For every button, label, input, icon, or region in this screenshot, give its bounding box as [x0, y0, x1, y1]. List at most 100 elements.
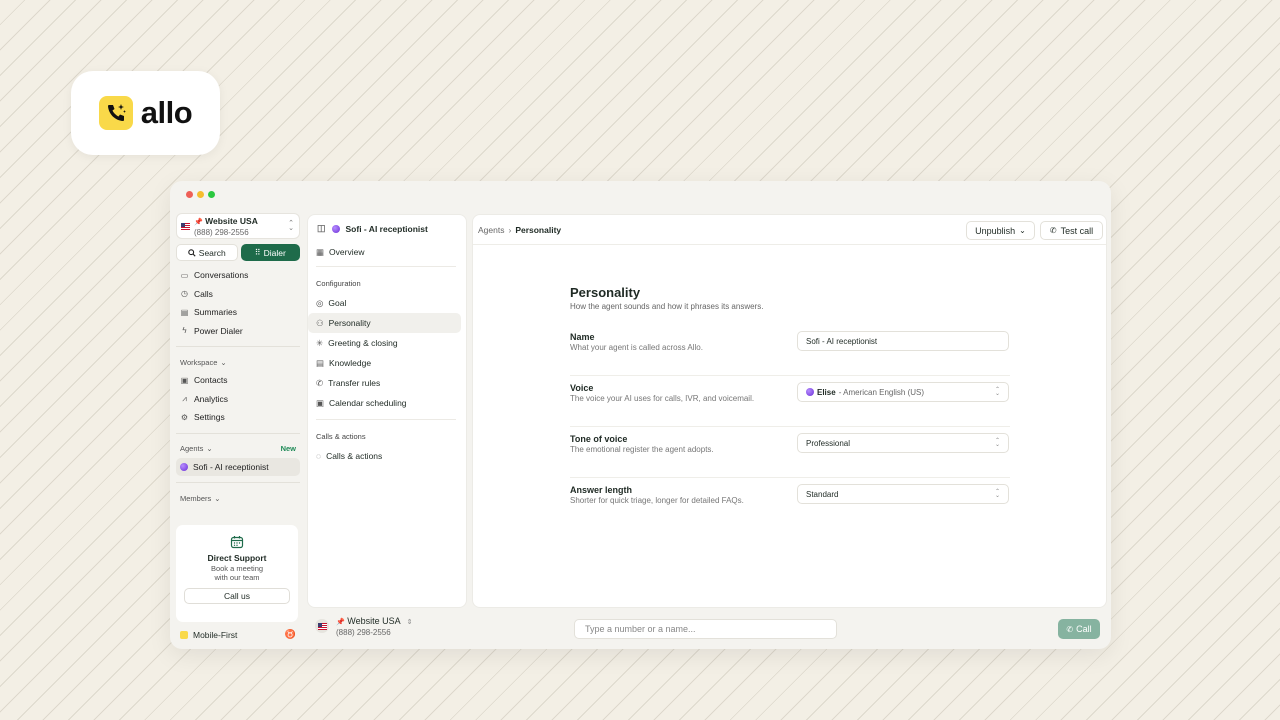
- chevron-down-icon: ⌄: [214, 493, 221, 503]
- window-titlebar: [170, 181, 1111, 207]
- chat-icon: ◌: [316, 451, 322, 461]
- call-us-button[interactable]: Call us: [184, 588, 290, 604]
- field-row-answer-length: Answer length Shorter for quick triage, …: [570, 478, 1010, 529]
- dial-bar: 📌 Website USA ⇕ (888) 298-2556 Type a nu…: [307, 611, 1107, 645]
- field-label: Tone of voice: [570, 434, 628, 444]
- config-item-overview[interactable]: ▦ Overview: [308, 242, 461, 262]
- breadcrumb-current: Personality: [515, 224, 562, 235]
- chevron-down-icon: ⌄: [1019, 226, 1026, 235]
- field-row-tone: Tone of voice The emotional register the…: [570, 427, 1010, 478]
- section-title: Workspace: [180, 357, 218, 367]
- dialer-label: Dialer: [263, 247, 286, 258]
- workspace-number: (888) 298-2556: [194, 227, 249, 237]
- config-item-calendar[interactable]: ▣ Calendar scheduling: [308, 393, 461, 413]
- agent-name-input[interactable]: Sofi - AI receptionist: [797, 331, 1009, 351]
- sparkle-icon: ✳: [316, 337, 324, 348]
- phone-icon: ✆: [1066, 624, 1074, 634]
- line-name: Website USA: [347, 616, 401, 626]
- config-item-greeting[interactable]: ✳ Greeting & closing: [308, 333, 461, 353]
- page-subtitle: How the agent sounds and how it phrases …: [570, 302, 764, 311]
- config-item-personality[interactable]: ⚇ Personality: [308, 313, 461, 333]
- sidebar-item-contacts[interactable]: ▣ Contacts: [176, 371, 300, 390]
- bug-icon[interactable]: ♉: [285, 629, 296, 640]
- answer-length-select[interactable]: Standard ⌃ ⌄: [797, 484, 1009, 504]
- config-item-label: Knowledge: [329, 358, 372, 368]
- calendar-icon: [230, 536, 244, 549]
- chevron-up-down-icon: ⌃ ⌄: [288, 220, 294, 232]
- close-window-button[interactable]: [186, 190, 193, 198]
- unpublish-button[interactable]: Unpublish ⌄: [966, 221, 1035, 240]
- sidebar-item-power-dialer[interactable]: ϟ Power Dialer: [176, 322, 300, 341]
- call-label: Call: [1076, 624, 1092, 634]
- us-flag-icon: [181, 222, 190, 230]
- members-section-toggle[interactable]: Members ⌄: [176, 489, 300, 507]
- field-label: Answer length: [570, 485, 633, 495]
- book-icon: ▤: [316, 357, 325, 368]
- sidebar-item-label: Power Dialer: [194, 325, 243, 336]
- sidebar-item-label: Settings: [194, 412, 225, 423]
- config-item-knowledge[interactable]: ▤ Knowledge: [308, 353, 461, 373]
- phone-sparkle-icon: [98, 96, 133, 130]
- section-title: Agents: [180, 444, 204, 453]
- dial-input[interactable]: Type a number or a name...: [574, 619, 837, 639]
- chevron-right-icon: ›: [508, 224, 512, 235]
- workspace-switcher[interactable]: 📌 Website USA (888) 298-2556 ⌃ ⌄: [176, 213, 300, 239]
- chevron-up-down-icon: ⌃ ⌄: [994, 387, 1000, 397]
- sidebar-toggle-icon[interactable]: ◫: [317, 223, 326, 234]
- voice-select[interactable]: Elise - American English (US) ⌃ ⌄: [797, 382, 1009, 402]
- main-panel: Agents › Personality Unpublish ⌄ ✆ Test …: [472, 214, 1107, 608]
- field-row-voice: Voice The voice your AI uses for calls, …: [570, 376, 1010, 427]
- field-description: The emotional register the agent adopts.: [570, 445, 714, 454]
- field-description: Shorter for quick triage, longer for det…: [570, 496, 744, 505]
- config-item-label: Personality: [328, 318, 371, 328]
- maximize-window-button[interactable]: [208, 190, 215, 198]
- config-item-transfer-rules[interactable]: ✆ Transfer rules: [308, 373, 461, 393]
- chevron-down-icon: ⌄: [220, 357, 227, 367]
- sidebar-item-summaries[interactable]: ▤ Summaries: [176, 303, 300, 322]
- sidebar-item-analytics[interactable]: ⩘ Analytics: [176, 390, 300, 409]
- calendar-icon: ▣: [316, 397, 325, 408]
- agent-config-panel: ◫ Sofi - AI receptionist ▦ Overview Confi…: [307, 214, 467, 608]
- support-title: Direct Support: [207, 553, 267, 563]
- field-description: The voice your AI uses for calls, IVR, a…: [570, 394, 755, 403]
- sidebar-item-agent-sofi[interactable]: Sofi - AI receptionist: [176, 457, 300, 476]
- field-label: Name: [570, 332, 595, 342]
- sidebar-item-settings[interactable]: ⚙ Settings: [176, 408, 300, 427]
- search-button[interactable]: Search: [176, 244, 238, 261]
- sidebar-item-label: Mobile-First: [193, 629, 238, 640]
- config-item-goal[interactable]: ◎ Goal: [308, 293, 461, 313]
- sidebar-item-label: Calls: [194, 288, 213, 299]
- team-icon: [180, 630, 188, 639]
- config-item-calls-actions[interactable]: ◌ Calls & actions: [308, 446, 461, 466]
- dialer-button[interactable]: ⠿ Dialer: [240, 244, 300, 261]
- voice-name: Elise: [817, 387, 836, 397]
- chevron-up-down-icon: ⌃ ⌄: [994, 438, 1000, 448]
- field-description: What your agent is called across Allo.: [570, 343, 703, 352]
- search-label: Search: [198, 247, 226, 258]
- agents-section-toggle[interactable]: Agents ⌄ New: [176, 440, 300, 458]
- workspace-section-toggle[interactable]: Workspace ⌄: [176, 353, 300, 371]
- voice-locale: - American English (US): [838, 387, 925, 397]
- phone-icon: ✆: [1049, 226, 1057, 235]
- sidebar-item-calls[interactable]: ◷ Calls: [176, 285, 300, 304]
- config-item-label: Greeting & closing: [328, 338, 398, 348]
- minimize-window-button[interactable]: [197, 190, 204, 198]
- sidebar-item-mobile-first[interactable]: Mobile-First ♉: [180, 629, 296, 640]
- section-title: Members: [180, 493, 212, 503]
- lightning-icon: ϟ: [182, 326, 187, 336]
- config-item-label: Goal: [328, 298, 347, 308]
- breadcrumb-agents[interactable]: Agents: [478, 225, 504, 235]
- chevron-down-icon: ⌄: [206, 444, 213, 453]
- target-icon: ◎: [316, 297, 324, 308]
- voice-avatar: [806, 388, 814, 396]
- tone-select[interactable]: Professional ⌃ ⌄: [797, 433, 1009, 453]
- user-voice-icon: ⚇: [316, 317, 324, 328]
- unpublish-label: Unpublish: [975, 225, 1016, 236]
- call-button[interactable]: ✆ Call: [1058, 619, 1100, 639]
- new-badge: New: [280, 444, 296, 453]
- app-window: 📌 Website USA (888) 298-2556 ⌃ ⌄ Search ⠿…: [170, 181, 1111, 649]
- test-call-button[interactable]: ✆ Test call: [1040, 221, 1103, 240]
- line-selector[interactable]: 📌 Website USA ⇕: [336, 616, 412, 626]
- agent-name: Sofi - AI receptionist: [345, 223, 428, 234]
- sidebar-item-conversations[interactable]: ▭ Conversations: [176, 266, 300, 285]
